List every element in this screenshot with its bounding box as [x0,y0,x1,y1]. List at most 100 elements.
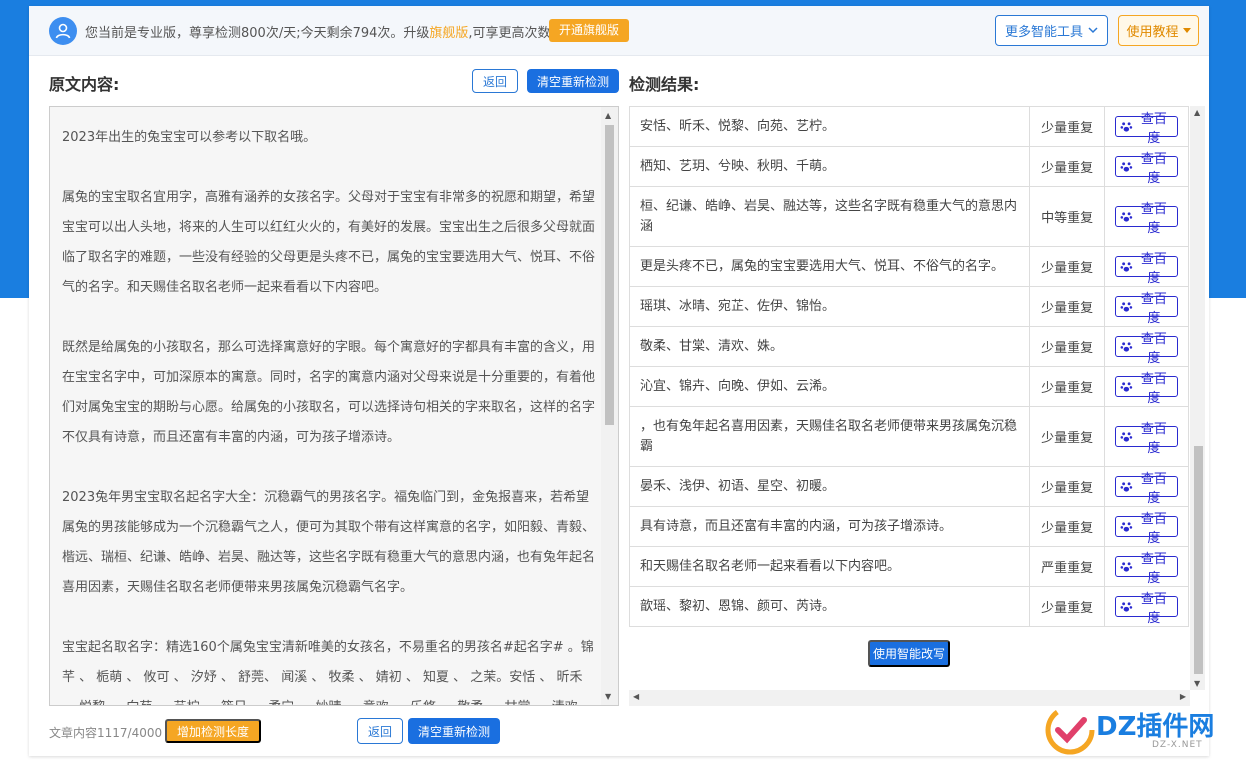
duplicate-level: 少量重复 [1029,106,1106,147]
caret-down-icon [1182,28,1191,33]
result-text: 歆瑶、黎初、恩锦、颜可、芮诗。 [629,586,1031,627]
footer-back-button[interactable]: 返回 [357,718,403,744]
duplicate-level: 严重重复 [1029,546,1106,587]
result-action-cell: 查百度 [1104,106,1189,147]
increase-length-button[interactable]: 增加检测长度 [165,719,262,743]
duplicate-level: 少量重复 [1029,586,1106,627]
baidu-paw-icon [1120,482,1133,492]
flagship-link[interactable]: 旗舰版 [429,26,468,41]
search-baidu-button[interactable]: 查百度 [1115,512,1178,546]
logo-check-icon [1045,705,1095,755]
logo-brand: DZ插件网 [1096,712,1215,742]
search-baidu-button[interactable]: 查百度 [1115,372,1178,406]
search-baidu-label: 查百度 [1140,551,1167,586]
baidu-paw-icon [1120,122,1133,132]
baidu-paw-icon [1120,522,1133,532]
result-row: 敬柔、甘棠、清欢、姝。 少量重复 查百度 [629,326,1189,367]
more-tools-button[interactable]: 更多智能工具 [995,15,1108,46]
result-action-cell: 查百度 [1104,326,1189,367]
search-baidu-button[interactable]: 查百度 [1115,472,1178,506]
smart-rewrite-button[interactable]: 使用智能改写 [868,640,950,667]
result-action-cell: 查百度 [1104,546,1189,587]
scroll-down-icon[interactable]: ▼ [605,692,611,701]
baidu-paw-icon [1120,212,1133,222]
result-action-cell: 查百度 [1104,406,1189,467]
top-notice-bar: 您当前是专业版，尊享检测800次/天;今天剩余794次。升级旗舰版,可享更高次数… [29,6,1209,56]
result-scroll-thumb[interactable] [1194,446,1203,674]
paragraph: 2023兔年男宝宝取名起名字大全：沉稳霸气的男孩名字。福兔临门到，金兔报喜来，若… [62,490,596,595]
duplicate-level: 中等重复 [1029,186,1106,247]
duplicate-level: 少量重复 [1029,246,1106,287]
result-scroll-up-icon[interactable]: ▲ [1194,108,1200,117]
duplicate-level: 少量重复 [1029,286,1106,327]
search-baidu-button[interactable]: 查百度 [1115,422,1178,456]
result-row: 栖知、艺玥、兮映、秋明、千萌。 少量重复 查百度 [629,146,1189,187]
footer-clear-recheck-button[interactable]: 清空重新检测 [408,718,500,744]
upgrade-flagship-button[interactable]: 开通旗舰版 [549,19,630,42]
quota-notice: 您当前是专业版，尊享检测800次/天;今天剩余794次。升级旗舰版,可享更高次数 [85,22,551,41]
original-text-area[interactable]: 2023年出生的兔宝宝可以参考以下取名哦。 属兔的宝宝取名宜用字，高雅有涵养的女… [49,106,619,706]
result-vertical-scrollbar[interactable]: ▲ ▼ [1190,106,1205,690]
result-action-cell: 查百度 [1104,366,1189,407]
tutorial-button[interactable]: 使用教程 [1118,15,1199,46]
tutorial-label: 使用教程 [1126,24,1179,39]
baidu-paw-icon [1120,432,1133,442]
back-button[interactable]: 返回 [472,69,518,93]
result-row: 安恬、昕禾、悦黎、向苑、艺柠。 少量重复 查百度 [629,106,1189,147]
scroll-thumb[interactable] [605,125,614,425]
baidu-paw-icon [1120,262,1133,272]
scroll-right-icon[interactable]: ▶ [1180,692,1186,701]
result-text: 瑶琪、冰晴、宛芷、佐伊、锦怡。 [629,286,1031,327]
user-avatar-icon[interactable] [49,17,77,45]
search-baidu-button[interactable]: 查百度 [1115,202,1178,236]
result-text: 安恬、昕禾、悦黎、向苑、艺柠。 [629,106,1031,147]
result-title: 检测结果: [629,75,700,94]
search-baidu-label: 查百度 [1140,471,1167,506]
duplicate-level: 少量重复 [1029,146,1106,187]
search-baidu-label: 查百度 [1140,251,1167,286]
result-text: 沁宜、锦卉、向晚、伊如、云浠。 [629,366,1031,407]
scroll-up-icon[interactable]: ▲ [605,111,611,120]
result-text: 晏禾、浅伊、初语、星空、初暖。 [629,466,1031,507]
result-panel: 安恬、昕禾、悦黎、向苑、艺柠。 少量重复 查百度 栖知、艺玥、兮映、秋明、千萌。 少量重… [629,106,1205,706]
search-baidu-label: 查百度 [1140,331,1167,366]
duplicate-level: 少量重复 [1029,506,1106,547]
search-baidu-button[interactable]: 查百度 [1115,112,1178,146]
clear-recheck-button[interactable]: 清空重新检测 [527,69,619,93]
original-text-content: 2023年出生的兔宝宝可以参考以下取名哦。 属兔的宝宝取名宜用字，高雅有涵养的女… [62,123,596,705]
paragraph: 宝宝起名取名字：精选160个属兔宝宝清新唯美的女孩名，不易重名的男孩名#起名字#… [62,640,595,705]
duplicate-level: 少量重复 [1029,366,1106,407]
duplicate-level: 少量重复 [1029,326,1106,367]
result-text: 桓、纪谦、皓峥、岩昊、融达等，这些名字既有稳重大气的意思内涵 [629,186,1031,247]
result-action-cell: 查百度 [1104,146,1189,187]
site-logo: DZ插件网 DZ-X.NET [1044,702,1244,764]
search-baidu-label: 查百度 [1140,291,1167,326]
search-baidu-button[interactable]: 查百度 [1115,292,1178,326]
content-count: 文章内容1117/4000 [49,726,163,740]
main-panel: 您当前是专业版，尊享检测800次/天;今天剩余794次。升级旗舰版,可享更高次数… [29,6,1209,756]
search-baidu-button[interactable]: 查百度 [1115,152,1178,186]
result-row: 歆瑶、黎初、恩锦、颜可、芮诗。 少量重复 查百度 [629,586,1189,627]
search-baidu-label: 查百度 [1140,111,1167,146]
duplicate-level: 少量重复 [1029,466,1106,507]
baidu-paw-icon [1120,562,1133,572]
search-baidu-label: 查百度 [1140,511,1167,546]
result-action-cell: 查百度 [1104,466,1189,507]
baidu-paw-icon [1120,342,1133,352]
search-baidu-button[interactable]: 查百度 [1115,552,1178,586]
more-tools-label: 更多智能工具 [1004,24,1083,39]
search-baidu-button[interactable]: 查百度 [1115,332,1178,366]
result-text: 栖知、艺玥、兮映、秋明、千萌。 [629,146,1031,187]
result-action-cell: 查百度 [1104,506,1189,547]
result-row: 瑶琪、冰晴、宛芷、佐伊、锦怡。 少量重复 查百度 [629,286,1189,327]
baidu-paw-icon [1120,382,1133,392]
scroll-left-icon[interactable]: ◀ [633,692,639,701]
search-baidu-button[interactable]: 查百度 [1115,252,1178,286]
result-scroll-down-icon[interactable]: ▼ [1194,679,1200,688]
search-baidu-button[interactable]: 查百度 [1115,592,1178,626]
result-row: ，也有兔年起名喜用因素，天赐佳名取名老师便带来男孩属兔沉稳霸 少量重复 查百度 [629,406,1189,467]
result-action-cell: 查百度 [1104,246,1189,287]
result-action-cell: 查百度 [1104,586,1189,627]
text-scrollbar[interactable]: ▲ ▼ [601,107,618,705]
result-text: ，也有兔年起名喜用因素，天赐佳名取名老师便带来男孩属兔沉稳霸 [629,406,1031,467]
